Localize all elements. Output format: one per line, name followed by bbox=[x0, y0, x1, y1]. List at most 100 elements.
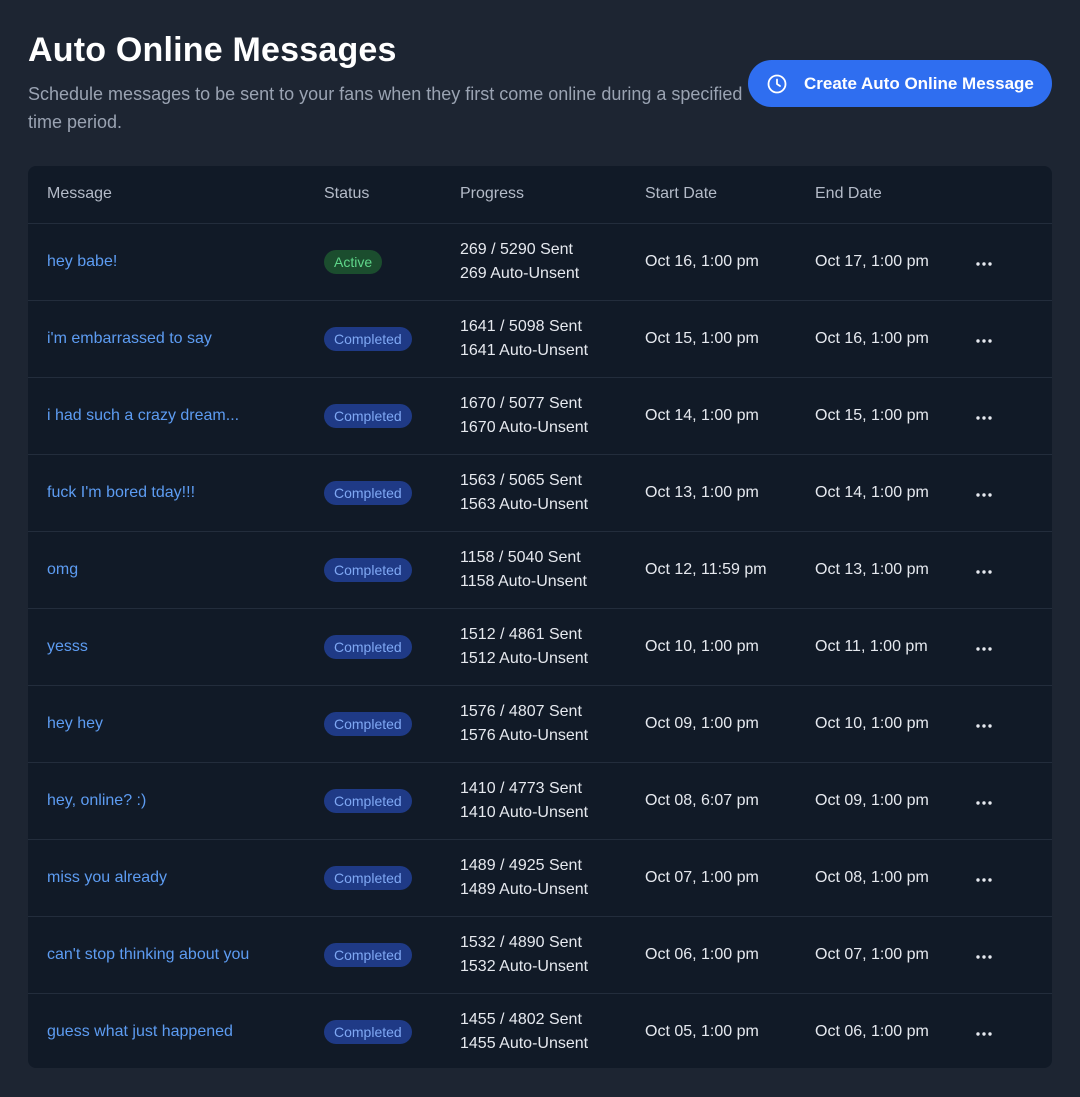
progress-auto-unsent: 1158 Auto-Unsent bbox=[460, 572, 587, 590]
page-header: Auto Online Messages Schedule messages t… bbox=[28, 30, 1052, 166]
progress-cell: 1670 / 5077 Sent 1670 Auto-Unsent bbox=[441, 377, 626, 454]
column-header-start-date: Start Date bbox=[626, 166, 796, 224]
progress-sent: 1410 / 4773 Sent bbox=[460, 779, 582, 797]
table-row: hey, online? :) Completed 1410 / 4773 Se… bbox=[28, 762, 1052, 839]
status-cell: Completed bbox=[305, 454, 441, 531]
table-row: i had such a crazy dream... Completed 16… bbox=[28, 377, 1052, 454]
start-date-cell: Oct 06, 1:00 pm bbox=[645, 945, 759, 963]
row-actions-button[interactable] bbox=[966, 786, 1002, 816]
auto-online-messages-page: Auto Online Messages Schedule messages t… bbox=[0, 0, 1080, 1097]
status-badge: Completed bbox=[324, 634, 412, 659]
row-actions-button[interactable] bbox=[966, 863, 1002, 893]
more-horizontal-icon bbox=[976, 870, 992, 885]
row-actions-button[interactable] bbox=[966, 478, 1002, 508]
actions-cell bbox=[966, 300, 1052, 377]
row-actions-button[interactable] bbox=[966, 324, 1002, 354]
actions-cell bbox=[966, 608, 1052, 685]
table-header-row: Message Status Progress Start Date End D… bbox=[28, 166, 1052, 224]
actions-cell bbox=[966, 993, 1052, 1068]
actions-cell bbox=[966, 685, 1052, 762]
progress-sent: 1532 / 4890 Sent bbox=[460, 933, 582, 951]
status-badge: Completed bbox=[324, 788, 412, 813]
table-row: can't stop thinking about you Completed … bbox=[28, 916, 1052, 993]
row-actions-button[interactable] bbox=[966, 940, 1002, 970]
progress-sent: 1641 / 5098 Sent bbox=[460, 317, 582, 335]
more-horizontal-icon bbox=[976, 716, 992, 731]
messages-table: Message Status Progress Start Date End D… bbox=[28, 166, 1052, 1068]
message-cell: miss you already bbox=[28, 839, 305, 916]
progress-cell: 1489 / 4925 Sent 1489 Auto-Unsent bbox=[441, 839, 626, 916]
message-link[interactable]: omg bbox=[47, 561, 78, 578]
progress-cell: 1410 / 4773 Sent 1410 Auto-Unsent bbox=[441, 762, 626, 839]
status-badge: Completed bbox=[324, 1019, 412, 1044]
progress-auto-unsent: 1455 Auto-Unsent bbox=[460, 1034, 589, 1052]
row-actions-button[interactable] bbox=[966, 401, 1002, 431]
end-date-cell: Oct 08, 1:00 pm bbox=[815, 868, 929, 886]
status-cell: Completed bbox=[305, 608, 441, 685]
message-cell: i had such a crazy dream... bbox=[28, 377, 305, 454]
table-body: hey babe! Active 269 / 5290 Sent 269 Aut… bbox=[28, 223, 1052, 1068]
message-cell: i'm embarrassed to say bbox=[28, 300, 305, 377]
start-date-cell: Oct 09, 1:00 pm bbox=[645, 714, 759, 732]
start-date-cell: Oct 05, 1:00 pm bbox=[645, 1022, 759, 1040]
actions-cell bbox=[966, 839, 1052, 916]
end-date-cell: Oct 13, 1:00 pm bbox=[815, 560, 929, 578]
more-horizontal-icon bbox=[976, 639, 992, 654]
progress-cell: 1641 / 5098 Sent 1641 Auto-Unsent bbox=[441, 300, 626, 377]
message-link[interactable]: i'm embarrassed to say bbox=[47, 330, 212, 347]
table-row: miss you already Completed 1489 / 4925 S… bbox=[28, 839, 1052, 916]
progress-auto-unsent: 1512 Auto-Unsent bbox=[460, 649, 589, 667]
message-cell: omg bbox=[28, 531, 305, 608]
status-badge: Active bbox=[324, 249, 383, 274]
column-header-status: Status bbox=[305, 166, 441, 224]
message-cell: fuck I'm bored tday!!! bbox=[28, 454, 305, 531]
message-link[interactable]: hey babe! bbox=[47, 253, 117, 270]
message-link[interactable]: yesss bbox=[47, 638, 88, 655]
end-date-cell: Oct 16, 1:00 pm bbox=[815, 329, 929, 347]
create-auto-online-message-button[interactable]: Create Auto Online Message bbox=[748, 60, 1052, 107]
progress-sent: 1670 / 5077 Sent bbox=[460, 394, 582, 412]
progress-cell: 1532 / 4890 Sent 1532 Auto-Unsent bbox=[441, 916, 626, 993]
column-header-message: Message bbox=[28, 166, 305, 224]
message-link[interactable]: fuck I'm bored tday!!! bbox=[47, 484, 195, 501]
more-horizontal-icon bbox=[976, 793, 992, 808]
progress-cell: 1512 / 4861 Sent 1512 Auto-Unsent bbox=[441, 608, 626, 685]
message-link[interactable]: i had such a crazy dream... bbox=[47, 407, 239, 424]
end-date-cell: Oct 07, 1:00 pm bbox=[815, 945, 929, 963]
progress-sent: 1158 / 5040 Sent bbox=[460, 548, 581, 566]
progress-sent: 1512 / 4861 Sent bbox=[460, 625, 582, 643]
messages-table-container: Message Status Progress Start Date End D… bbox=[28, 166, 1052, 1068]
row-actions-button[interactable] bbox=[966, 632, 1002, 662]
end-date-cell: Oct 09, 1:00 pm bbox=[815, 791, 929, 809]
row-actions-button[interactable] bbox=[966, 555, 1002, 585]
progress-auto-unsent: 1641 Auto-Unsent bbox=[460, 341, 589, 359]
table-header: Message Status Progress Start Date End D… bbox=[28, 166, 1052, 224]
progress-auto-unsent: 1532 Auto-Unsent bbox=[460, 957, 589, 975]
table-row: fuck I'm bored tday!!! Completed 1563 / … bbox=[28, 454, 1052, 531]
start-date-cell: Oct 14, 1:00 pm bbox=[645, 406, 759, 424]
progress-auto-unsent: 1489 Auto-Unsent bbox=[460, 880, 589, 898]
progress-cell: 1158 / 5040 Sent 1158 Auto-Unsent bbox=[441, 531, 626, 608]
message-link[interactable]: hey, online? :) bbox=[47, 792, 146, 809]
progress-auto-unsent: 1670 Auto-Unsent bbox=[460, 418, 589, 436]
row-actions-button[interactable] bbox=[966, 1017, 1002, 1047]
message-link[interactable]: miss you already bbox=[47, 869, 167, 886]
row-actions-button[interactable] bbox=[966, 247, 1002, 277]
status-badge: Completed bbox=[324, 942, 412, 967]
more-horizontal-icon bbox=[976, 408, 992, 423]
message-link[interactable]: can't stop thinking about you bbox=[47, 946, 249, 963]
start-date-cell: Oct 15, 1:00 pm bbox=[645, 329, 759, 347]
progress-sent: 1563 / 5065 Sent bbox=[460, 471, 582, 489]
message-link[interactable]: guess what just happened bbox=[47, 1023, 233, 1040]
progress-auto-unsent: 1563 Auto-Unsent bbox=[460, 495, 589, 513]
status-badge: Completed bbox=[324, 480, 412, 505]
actions-cell bbox=[966, 223, 1052, 300]
more-horizontal-icon bbox=[976, 1024, 992, 1039]
table-row: guess what just happened Completed 1455 … bbox=[28, 993, 1052, 1068]
message-link[interactable]: hey hey bbox=[47, 715, 103, 732]
status-cell: Completed bbox=[305, 531, 441, 608]
row-actions-button[interactable] bbox=[966, 709, 1002, 739]
status-badge: Completed bbox=[324, 557, 412, 582]
progress-cell: 1576 / 4807 Sent 1576 Auto-Unsent bbox=[441, 685, 626, 762]
more-horizontal-icon bbox=[976, 562, 992, 577]
